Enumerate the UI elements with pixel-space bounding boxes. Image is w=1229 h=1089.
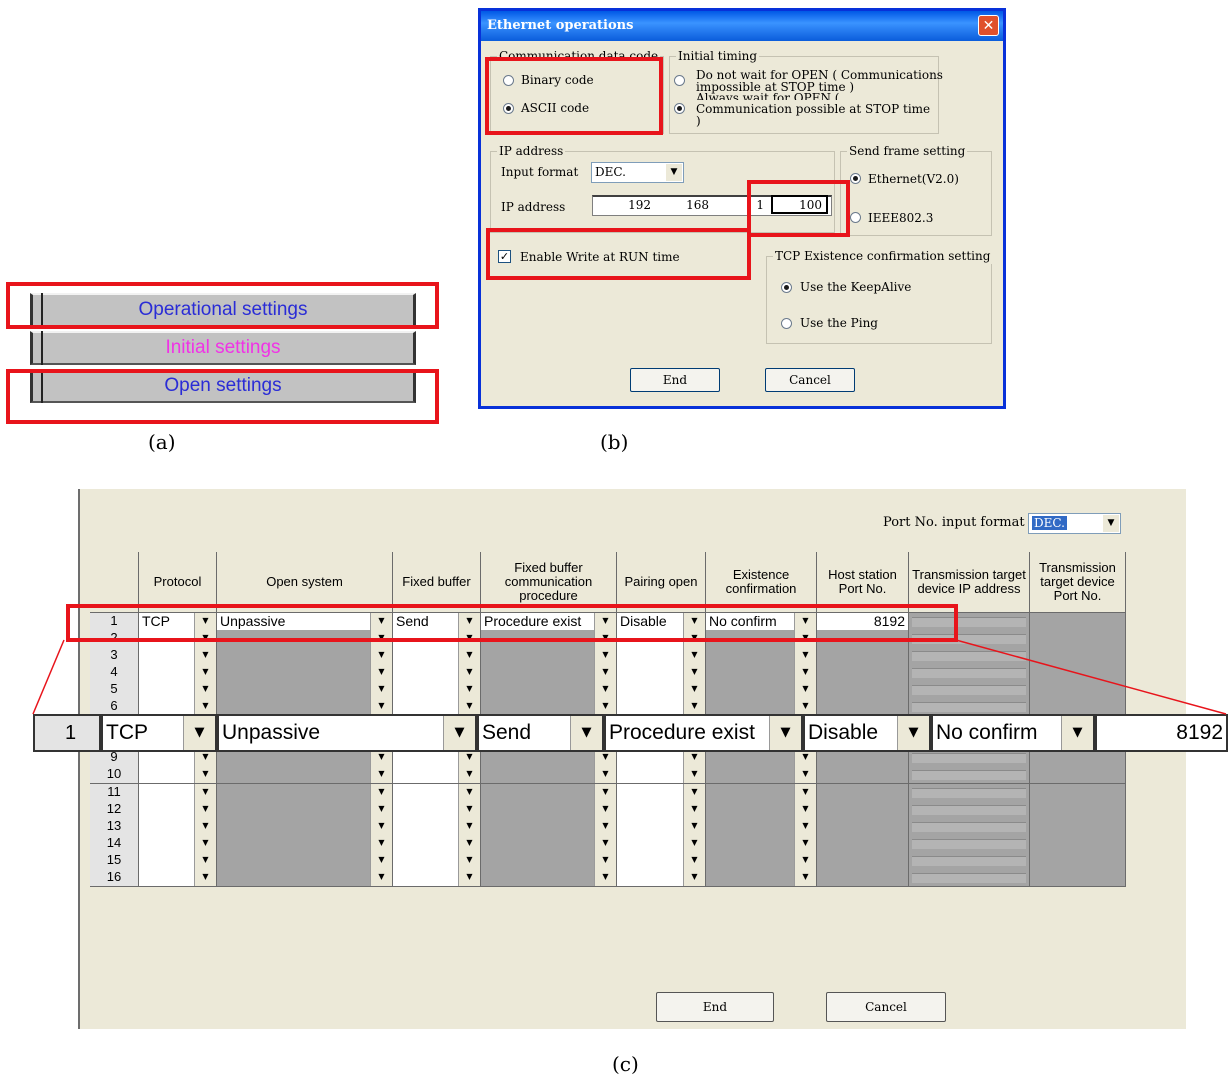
zoom-connector-lines bbox=[32, 639, 1227, 715]
table-end-button[interactable]: End bbox=[656, 992, 774, 1022]
table-cancel-button[interactable]: Cancel bbox=[826, 992, 946, 1022]
caption-c: (c) bbox=[612, 1052, 639, 1076]
